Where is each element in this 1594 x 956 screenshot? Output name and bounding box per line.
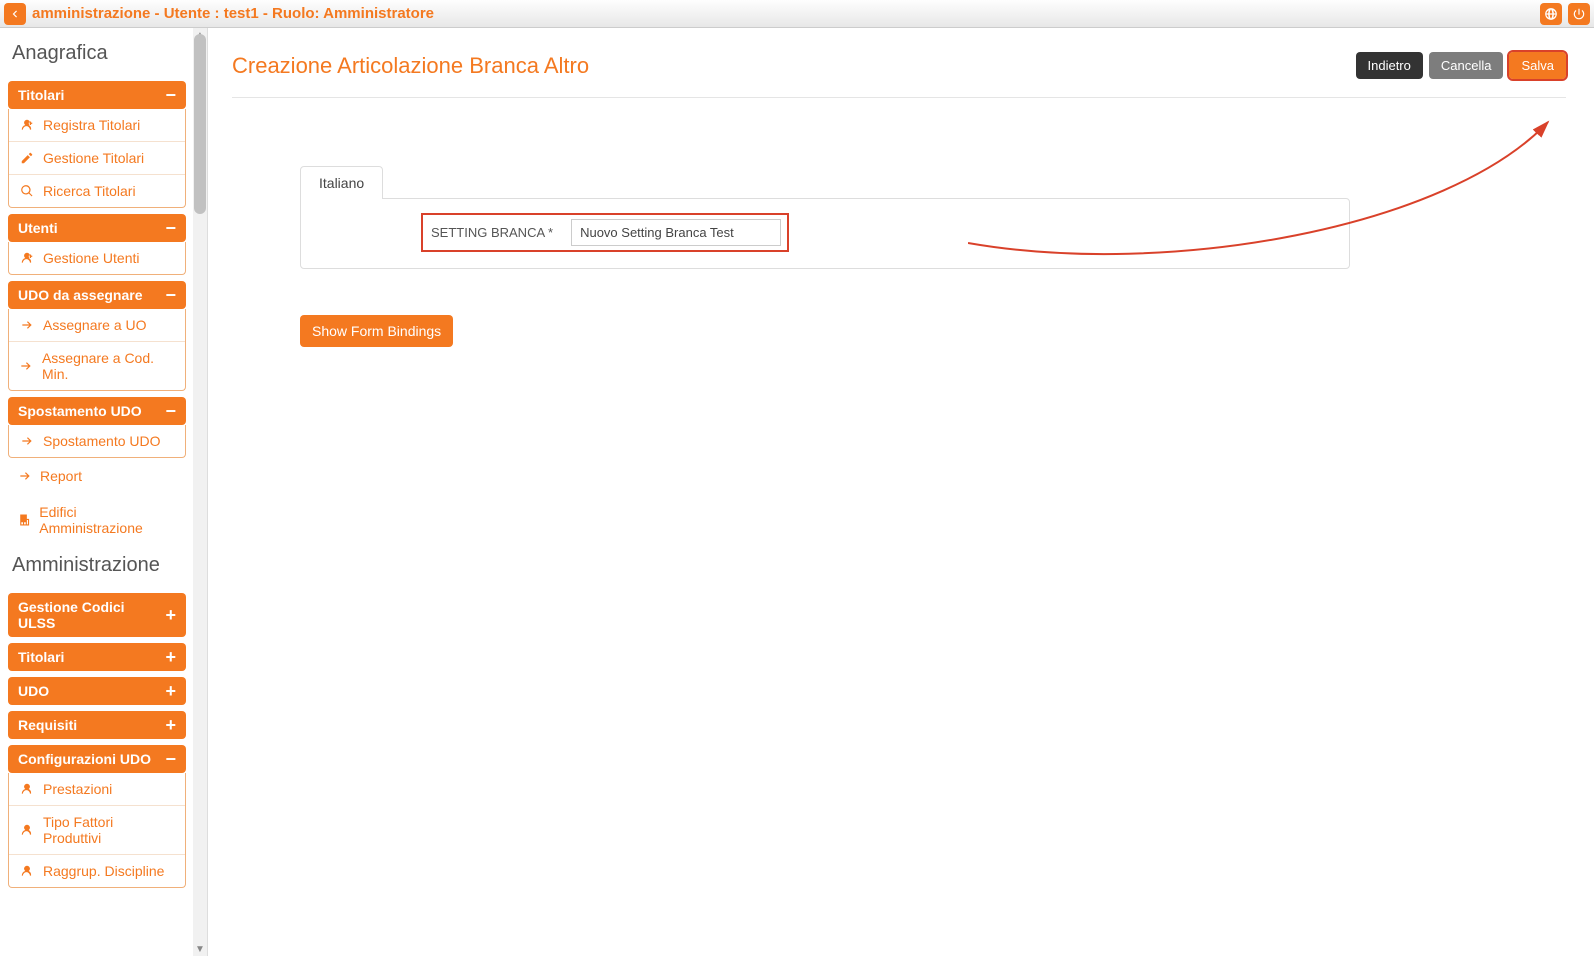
menu-label: Assegnare a Cod. Min. <box>42 350 175 382</box>
page-title: Creazione Articolazione Branca Altro <box>232 53 589 79</box>
link-label: Report <box>40 468 82 484</box>
arrow-right-icon <box>19 318 35 332</box>
page-header: Creazione Articolazione Branca Altro Ind… <box>232 52 1566 98</box>
menu-label: Registra Titolari <box>43 117 140 133</box>
panel-config-udo-items: Prestazioni Tipo Fattori Produttivi Ragg… <box>8 773 186 888</box>
menu-assegnare-codmin[interactable]: Assegnare a Cod. Min. <box>9 341 185 390</box>
panel-label: Spostamento UDO <box>18 403 142 419</box>
menu-label: Tipo Fattori Produttivi <box>43 814 175 846</box>
scroll-thumb[interactable] <box>194 34 206 214</box>
panel-utenti[interactable]: Utenti − <box>8 214 186 242</box>
form-area: Italiano SETTING BRANCA * <box>300 166 1566 269</box>
show-form-bindings-button[interactable]: Show Form Bindings <box>300 315 453 347</box>
menu-assegnare-uo[interactable]: Assegnare a UO <box>9 309 185 341</box>
chevron-left-icon <box>8 7 22 21</box>
panel-udo-assegnare[interactable]: UDO da assegnare − <box>8 281 186 309</box>
user-plus-icon <box>19 118 35 132</box>
panel-titolari-items: Registra Titolari Gestione Titolari Rice… <box>8 109 186 208</box>
panel-label: Requisiti <box>18 717 77 733</box>
panel-requisiti[interactable]: Requisiti + <box>8 711 186 739</box>
search-icon <box>19 184 35 198</box>
save-button[interactable]: Salva <box>1509 52 1566 79</box>
menu-gestione-utenti[interactable]: Gestione Utenti <box>9 242 185 274</box>
user-plus-icon <box>19 823 35 837</box>
panel-label: Configurazioni UDO <box>18 751 151 767</box>
arrow-right-icon <box>19 359 34 373</box>
panel-label: Gestione Codici ULSS <box>18 599 165 631</box>
minus-icon: − <box>165 404 176 418</box>
action-buttons: Indietro Cancella Salva <box>1356 52 1567 79</box>
section-amministrazione: Amministrazione <box>8 546 186 587</box>
section-anagrafica: Anagrafica <box>8 34 186 75</box>
plus-icon: + <box>165 718 176 732</box>
panel-titolari2[interactable]: Titolari + <box>8 643 186 671</box>
panel-config-udo[interactable]: Configurazioni UDO − <box>8 745 186 773</box>
panel-gestione-codici[interactable]: Gestione Codici ULSS + <box>8 593 186 637</box>
panel-udo[interactable]: UDO + <box>8 677 186 705</box>
menu-raggrup-discipline[interactable]: Raggrup. Discipline <box>9 854 185 887</box>
menu-spostamento-udo[interactable]: Spostamento UDO <box>9 425 185 457</box>
menu-gestione-titolari[interactable]: Gestione Titolari <box>9 141 185 174</box>
tab-italiano[interactable]: Italiano <box>300 166 383 199</box>
language-button[interactable] <box>1540 3 1562 25</box>
panel-spostamento-items: Spostamento UDO <box>8 425 186 458</box>
building-icon <box>18 513 31 527</box>
minus-icon: − <box>165 288 176 302</box>
sidebar-scrollbar[interactable]: ▲ ▼ <box>193 28 207 956</box>
edit-icon <box>19 151 35 165</box>
menu-tipo-fattori[interactable]: Tipo Fattori Produttivi <box>9 805 185 854</box>
link-report[interactable]: Report <box>8 458 186 494</box>
minus-icon: − <box>165 221 176 235</box>
plus-icon: + <box>165 684 176 698</box>
setting-branca-input[interactable] <box>571 219 781 246</box>
menu-ricerca-titolari[interactable]: Ricerca Titolari <box>9 174 185 207</box>
panel-label: Titolari <box>18 649 64 665</box>
arrow-right-icon <box>19 434 35 448</box>
cancel-button[interactable]: Cancella <box>1429 52 1504 79</box>
menu-label: Spostamento UDO <box>43 433 161 449</box>
panel-titolari[interactable]: Titolari − <box>8 81 186 109</box>
arrow-right-icon <box>18 469 32 483</box>
menu-label: Gestione Utenti <box>43 250 140 266</box>
panel-label: Utenti <box>18 220 58 236</box>
link-label: Edifici Amministrazione <box>39 504 176 536</box>
globe-icon <box>1544 7 1558 21</box>
user-plus-icon <box>19 782 35 796</box>
app-title: amministrazione - Utente : test1 - Ruolo… <box>32 5 434 22</box>
menu-label: Gestione Titolari <box>43 150 144 166</box>
minus-icon: − <box>165 88 176 102</box>
menu-label: Raggrup. Discipline <box>43 863 164 879</box>
field-label: SETTING BRANCA * <box>431 225 553 240</box>
menu-label: Assegnare a UO <box>43 317 147 333</box>
panel-label: Titolari <box>18 87 64 103</box>
back-button[interactable]: Indietro <box>1356 52 1423 79</box>
plus-icon: + <box>165 608 176 622</box>
panel-label: UDO da assegnare <box>18 287 143 303</box>
minus-icon: − <box>165 752 176 766</box>
scroll-down-icon: ▼ <box>193 942 207 956</box>
power-icon <box>1572 7 1586 21</box>
sidebar: Anagrafica Titolari − Registra Titolari … <box>0 28 208 956</box>
link-edifici[interactable]: Edifici Amministrazione <box>8 494 186 546</box>
menu-label: Prestazioni <box>43 781 112 797</box>
user-plus-icon <box>19 251 35 265</box>
menu-registra-titolari[interactable]: Registra Titolari <box>9 109 185 141</box>
panel-utenti-items: Gestione Utenti <box>8 242 186 275</box>
main-content: Creazione Articolazione Branca Altro Ind… <box>208 28 1594 956</box>
panel-label: UDO <box>18 683 49 699</box>
plus-icon: + <box>165 650 176 664</box>
logout-button[interactable] <box>1568 3 1590 25</box>
field-setting-branca: SETTING BRANCA * <box>421 213 789 252</box>
topbar: amministrazione - Utente : test1 - Ruolo… <box>0 0 1594 28</box>
panel-spostamento[interactable]: Spostamento UDO − <box>8 397 186 425</box>
panel-udo-assegnare-items: Assegnare a UO Assegnare a Cod. Min. <box>8 309 186 391</box>
user-plus-icon <box>19 864 35 878</box>
collapse-sidebar-button[interactable] <box>4 3 26 25</box>
menu-label: Ricerca Titolari <box>43 183 136 199</box>
form-card: SETTING BRANCA * <box>300 198 1350 269</box>
menu-prestazioni[interactable]: Prestazioni <box>9 773 185 805</box>
